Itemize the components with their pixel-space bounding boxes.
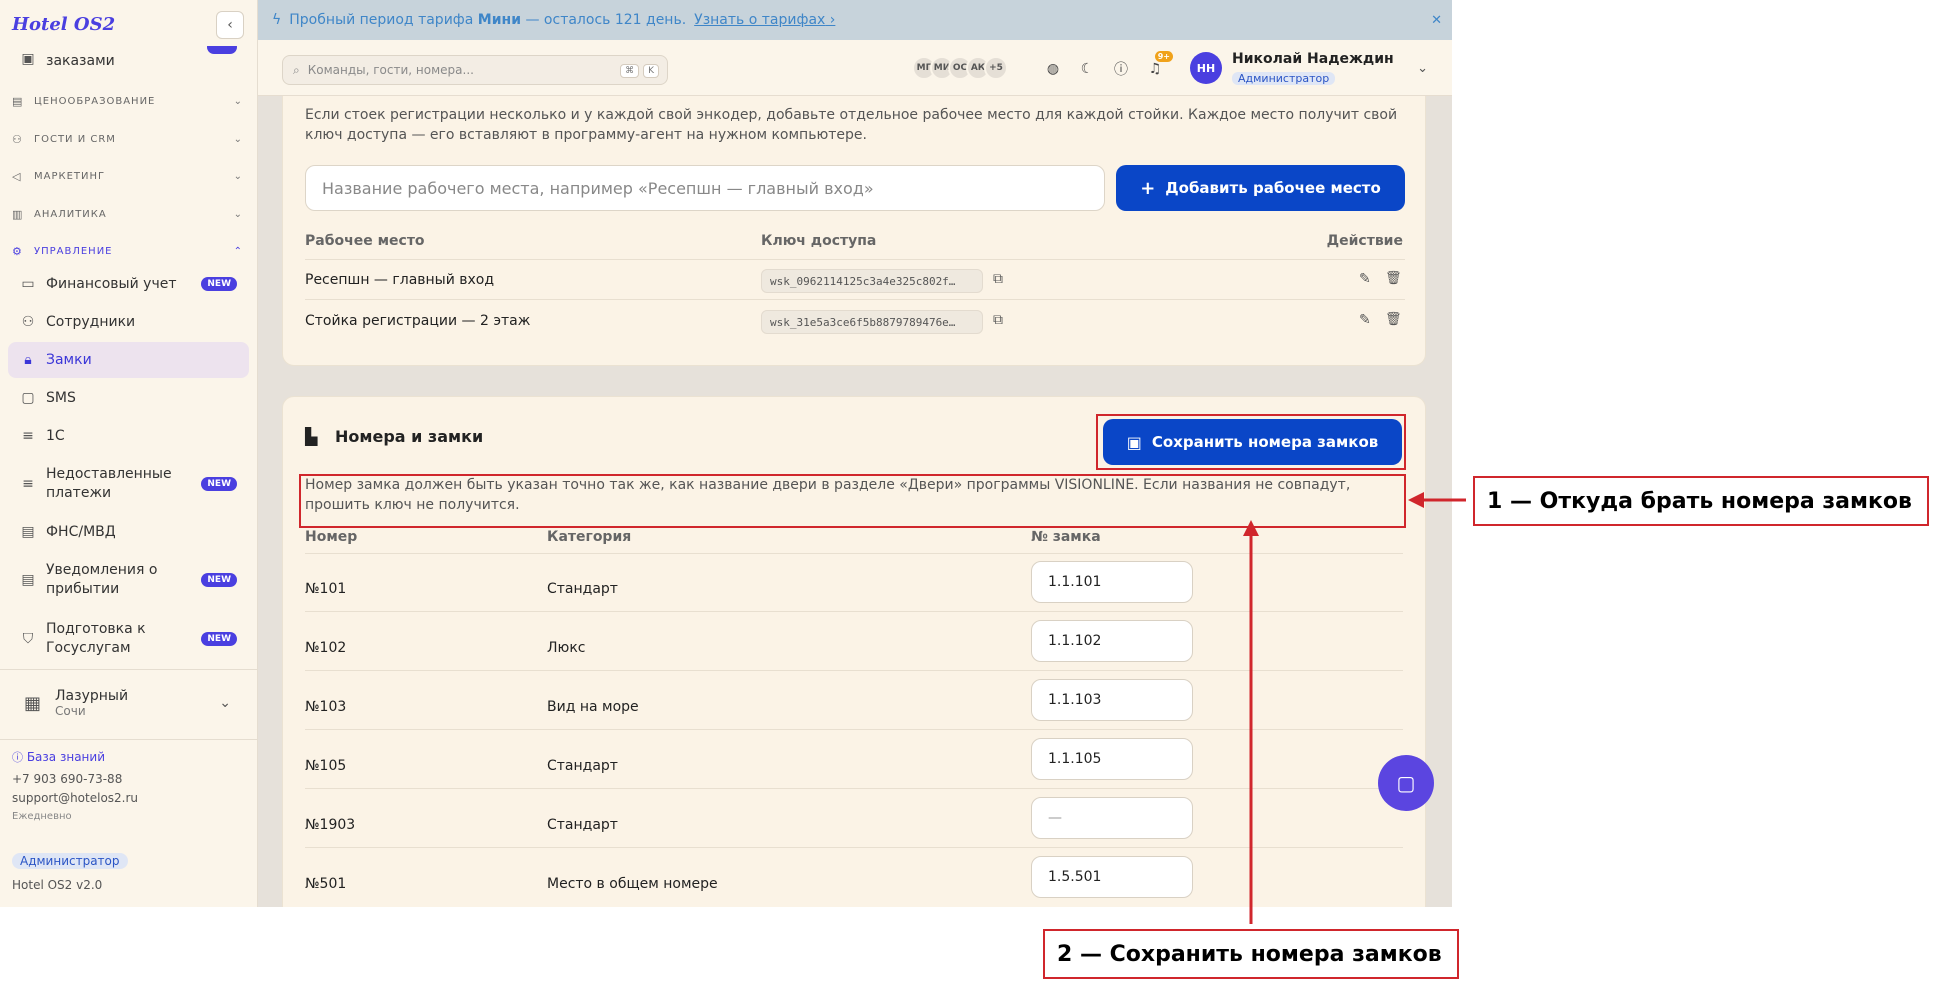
arrowhead-1	[1408, 492, 1424, 508]
arrowhead-2	[1243, 520, 1259, 536]
annotation-label-2: 2 — Сохранить номера замков	[1043, 929, 1459, 979]
annotation-label-1: 1 — Откуда брать номера замков	[1473, 476, 1929, 526]
